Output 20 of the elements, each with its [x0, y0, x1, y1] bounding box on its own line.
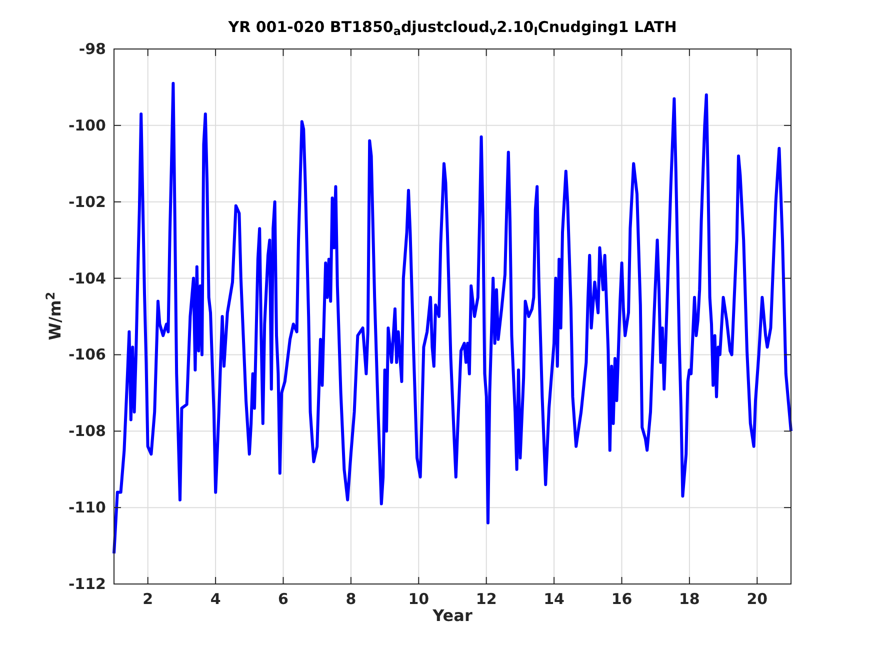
- y-tick-label: -110: [68, 498, 106, 517]
- x-tick-label: 16: [611, 590, 632, 608]
- y-tick-label: -98: [78, 40, 106, 58]
- y-tick-label: -100: [68, 116, 106, 134]
- chart-title: YR 001-020 BT1850$_{a}$djustcloud$_{v}$2.10$_{I}$Cnudging1 LATH: [227, 18, 678, 36]
- x-tick-label: 8: [346, 590, 356, 608]
- y-tick-label: -102: [68, 192, 106, 211]
- y-tick-label: -104: [68, 269, 106, 288]
- x-axis-label: Year: [432, 606, 474, 626]
- x-tick-label: 20: [746, 590, 768, 608]
- x-tick-label: 6: [278, 590, 288, 608]
- y-tick-label: -112: [68, 575, 106, 593]
- x-tick-label: 2: [142, 590, 154, 608]
- y-tick-label: -108: [68, 422, 106, 440]
- x-tick-label: 10: [408, 590, 430, 608]
- x-tick-label: 14: [544, 590, 564, 608]
- x-tick-label: 12: [476, 590, 497, 608]
- x-tick-label: 4: [210, 590, 221, 608]
- x-tick-label: 18: [679, 590, 700, 608]
- y-tick-label: -106: [68, 346, 106, 364]
